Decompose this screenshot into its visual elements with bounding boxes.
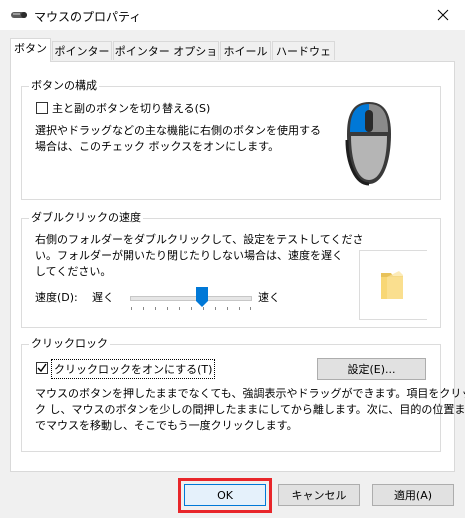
click-lock-desc-2: ク し、マウスのボタンを少しの間押したままにしてから離します。次に、目的の位置ま [35,403,465,416]
tab-pointer-options[interactable]: ポインター オプション [113,41,219,77]
double-click-label: ダブルクリックの速度 [29,211,143,225]
click-lock-checkbox[interactable] [36,362,48,374]
test-folder-area[interactable] [359,250,427,320]
folder-icon [381,271,403,299]
slow-label: 遅く [92,291,114,304]
mouse-properties-window: マウスのプロパティ ボタン ポインター ポインター オプション ホイール ハード… [0,0,465,518]
mouse-icon [345,102,391,186]
close-icon [437,9,448,21]
checkmark-icon [37,363,47,373]
click-lock-label: クリックロック [29,337,110,351]
apply-button[interactable]: 適用(A) [372,484,454,506]
switch-buttons-checkbox[interactable] [36,102,48,114]
speed-label: 速度(D): [35,291,78,304]
window-title: マウスのプロパティ [34,10,142,24]
fast-label: 速く [258,291,280,304]
click-lock-settings-button[interactable]: 設定(E)... [317,358,426,380]
button-config-label: ボタンの構成 [29,79,99,93]
button-config-desc-1: 選択やドラッグなどの主な機能に右側のボタンを使用する [35,124,321,137]
switch-buttons-label[interactable]: 主と副のボタンを切り替える(S) [52,100,210,116]
click-lock-enable-label[interactable]: クリックロックをオンにする(T) [51,359,216,379]
close-button[interactable] [420,0,465,30]
click-lock-desc-1: マウスのボタンを押したままでなくても、強調表示やドラッグができます。項目をクリッ [35,387,465,400]
double-click-desc-1: 右側のフォルダーをダブルクリックして、設定をテストしてくださ [35,233,364,246]
mouse-app-icon [11,12,27,18]
double-click-desc-2: い。フォルダーが開いたり閉じたりしない場合は、速度を遅く [35,249,343,262]
tab-buttons[interactable]: ボタン [10,38,51,62]
button-config-desc-2: 場合は、このチェック ボックスをオンにします。 [35,140,280,153]
speed-slider-thumb[interactable] [196,287,208,307]
speed-slider-track[interactable] [130,296,252,301]
double-click-desc-3: してください。 [35,265,112,278]
tab-hardware[interactable]: ハードウェア [272,41,335,77]
tab-wheel[interactable]: ホイール [220,41,271,60]
click-lock-desc-3: でマウスを移動し、そこでもう一度クリックします。 [35,419,298,432]
ok-highlight-box [178,478,272,513]
tab-pointers[interactable]: ポインター [52,41,112,60]
cancel-button[interactable]: キャンセル [278,484,360,506]
title-bar: マウスのプロパティ [0,0,465,30]
